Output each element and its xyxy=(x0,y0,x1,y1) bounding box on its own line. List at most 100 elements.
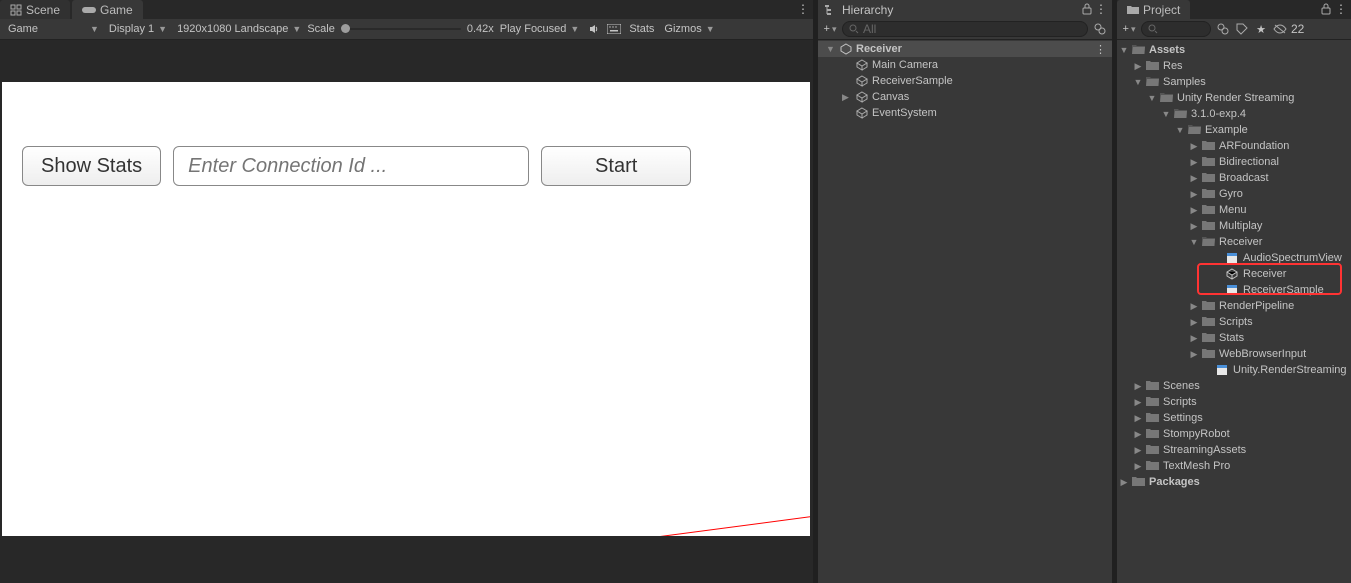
foldout-icon[interactable]: ▶ xyxy=(1189,141,1199,152)
folder-icon xyxy=(1202,300,1216,312)
foldout-icon[interactable]: ▶ xyxy=(1189,173,1199,184)
row-menu-icon[interactable]: ⋮ xyxy=(1095,43,1112,56)
foldout-icon[interactable]: ▶ xyxy=(1189,349,1199,360)
connection-id-input[interactable] xyxy=(173,146,529,186)
folder-gyro[interactable]: ▶ Gyro xyxy=(1117,186,1351,202)
folder-scripts[interactable]: ▶ Scripts xyxy=(1117,394,1351,410)
item-label: Unity Render Streaming xyxy=(1177,92,1294,104)
folder-stompyrobot[interactable]: ▶ StompyRobot xyxy=(1117,426,1351,442)
foldout-icon[interactable]: ▼ xyxy=(1147,93,1157,103)
foldout-icon[interactable]: ▶ xyxy=(1119,477,1129,488)
folder-multiplay[interactable]: ▶ Multiplay xyxy=(1117,218,1351,234)
foldout-icon[interactable]: ▼ xyxy=(1189,237,1199,247)
folder-receiver[interactable]: ▼ Receiver xyxy=(1117,234,1351,250)
folder-settings[interactable]: ▶ Settings xyxy=(1117,410,1351,426)
folder-icon xyxy=(1226,252,1240,264)
foldout-icon[interactable]: ▼ xyxy=(1133,77,1143,87)
tab-scene[interactable]: Scene xyxy=(0,0,70,19)
foldout-icon[interactable]: ▶ xyxy=(1133,445,1143,456)
folder-packages[interactable]: ▶ Packages xyxy=(1117,474,1351,490)
foldout-icon[interactable]: ▶ xyxy=(1189,157,1199,168)
folder-textmesh-pro[interactable]: ▶ TextMesh Pro xyxy=(1117,458,1351,474)
file-urs-asmdef[interactable]: Unity.RenderStreaming xyxy=(1117,362,1351,378)
folder-version[interactable]: ▼ 3.1.0-exp.4 xyxy=(1117,106,1351,122)
item-label: Receiver xyxy=(1243,268,1286,280)
hierarchy-search[interactable]: All xyxy=(842,21,1088,37)
folder-icon xyxy=(1146,76,1160,88)
scene-root[interactable]: ▼ Receiver ⋮ xyxy=(818,41,1112,57)
foldout-icon[interactable]: ▶ xyxy=(1189,221,1199,232)
stats-button[interactable]: Stats xyxy=(625,23,658,35)
foldout-icon[interactable]: ▼ xyxy=(1119,45,1129,55)
filter-by-label-icon[interactable] xyxy=(1234,21,1250,37)
folder-menu[interactable]: ▶ Menu xyxy=(1117,202,1351,218)
folder-assets[interactable]: ▼ Assets xyxy=(1117,42,1351,58)
playmode-dropdown[interactable]: Play Focused▼ xyxy=(496,23,584,35)
folder-renderpipeline[interactable]: ▶ RenderPipeline xyxy=(1117,298,1351,314)
display-dropdown[interactable]: Display 1▼ xyxy=(105,23,171,35)
folder-example[interactable]: ▼ Example xyxy=(1117,122,1351,138)
folder-webbrowserinput[interactable]: ▶ WebBrowserInput xyxy=(1117,346,1351,362)
show-stats-button[interactable]: Show Stats xyxy=(22,146,161,186)
lock-icon[interactable] xyxy=(1082,3,1092,15)
foldout-icon[interactable]: ▶ xyxy=(1133,397,1143,408)
mute-audio-icon[interactable] xyxy=(585,21,603,37)
game-dropdown[interactable]: Game▼ xyxy=(4,23,103,35)
foldout-icon[interactable]: ▶ xyxy=(1189,189,1199,200)
foldout-icon[interactable]: ▶ xyxy=(842,92,852,103)
file-audiospectrumview[interactable]: AudioSpectrumView xyxy=(1117,250,1351,266)
hidden-count: 22 xyxy=(1291,22,1304,36)
folder-res[interactable]: ▶ Res xyxy=(1117,58,1351,74)
folder-icon xyxy=(1146,380,1160,392)
gameobject-eventsystem[interactable]: EventSystem xyxy=(818,105,1112,121)
foldout-icon[interactable]: ▶ xyxy=(1133,429,1143,440)
foldout-icon[interactable]: ▶ xyxy=(1189,301,1199,312)
lock-icon[interactable] xyxy=(1321,3,1331,15)
favorite-icon[interactable]: ★ xyxy=(1253,21,1269,37)
file-receiver[interactable]: Receiver xyxy=(1117,266,1351,282)
gameobject-receiver-sample[interactable]: ReceiverSample xyxy=(818,73,1112,89)
foldout-icon[interactable]: ▼ xyxy=(1175,125,1185,135)
slider-knob[interactable] xyxy=(341,24,350,33)
foldout-icon[interactable]: ▶ xyxy=(1189,317,1199,328)
tab-game[interactable]: Game xyxy=(72,0,143,19)
file-receiversample[interactable]: ReceiverSample xyxy=(1117,282,1351,298)
add-dropdown[interactable]: +▾ xyxy=(1121,21,1137,37)
foldout-icon[interactable]: ▼ xyxy=(826,44,836,54)
tab-project[interactable]: Project xyxy=(1117,0,1190,19)
folder-icon xyxy=(1202,348,1216,360)
foldout-icon[interactable]: ▶ xyxy=(1133,413,1143,424)
project-search[interactable] xyxy=(1141,21,1211,37)
folder-broadcast[interactable]: ▶ Broadcast xyxy=(1117,170,1351,186)
start-button[interactable]: Start xyxy=(541,146,691,186)
aspect-dropdown[interactable]: 1920x1080 Landscape▼ xyxy=(173,23,305,35)
folder-scripts[interactable]: ▶ Scripts xyxy=(1117,314,1351,330)
foldout-icon[interactable]: ▶ xyxy=(1133,61,1143,72)
folder-scenes[interactable]: ▶ Scenes xyxy=(1117,378,1351,394)
filter-by-type-icon[interactable] xyxy=(1215,21,1231,37)
foldout-icon[interactable]: ▼ xyxy=(1161,109,1171,119)
keyboard-icon[interactable] xyxy=(605,21,623,37)
filter-icon[interactable] xyxy=(1092,21,1108,37)
folder-bidirectional[interactable]: ▶ Bidirectional xyxy=(1117,154,1351,170)
foldout-icon[interactable]: ▶ xyxy=(1189,333,1199,344)
folder-arfoundation[interactable]: ▶ ARFoundation xyxy=(1117,138,1351,154)
gizmos-dropdown[interactable]: Gizmos▼ xyxy=(660,23,718,35)
folder-urs[interactable]: ▼ Unity Render Streaming xyxy=(1117,90,1351,106)
foldout-icon[interactable]: ▶ xyxy=(1133,381,1143,392)
hidden-toggle[interactable] xyxy=(1272,21,1288,37)
folder-icon xyxy=(1146,396,1160,408)
panel-menu-icon[interactable]: ⋮ xyxy=(797,2,809,16)
item-label: Main Camera xyxy=(872,59,938,71)
foldout-icon[interactable]: ▶ xyxy=(1133,461,1143,472)
folder-samples[interactable]: ▼ Samples xyxy=(1117,74,1351,90)
folder-stats[interactable]: ▶ Stats xyxy=(1117,330,1351,346)
gameobject-canvas[interactable]: ▶ Canvas xyxy=(818,89,1112,105)
scale-slider[interactable] xyxy=(341,28,461,30)
panel-menu-icon[interactable]: ⋮ xyxy=(1095,2,1107,16)
foldout-icon[interactable]: ▶ xyxy=(1189,205,1199,216)
panel-menu-icon[interactable]: ⋮ xyxy=(1335,2,1347,16)
gameobject-main-camera[interactable]: Main Camera xyxy=(818,57,1112,73)
folder-streamingassets[interactable]: ▶ StreamingAssets xyxy=(1117,442,1351,458)
add-dropdown[interactable]: +▾ xyxy=(822,21,838,37)
